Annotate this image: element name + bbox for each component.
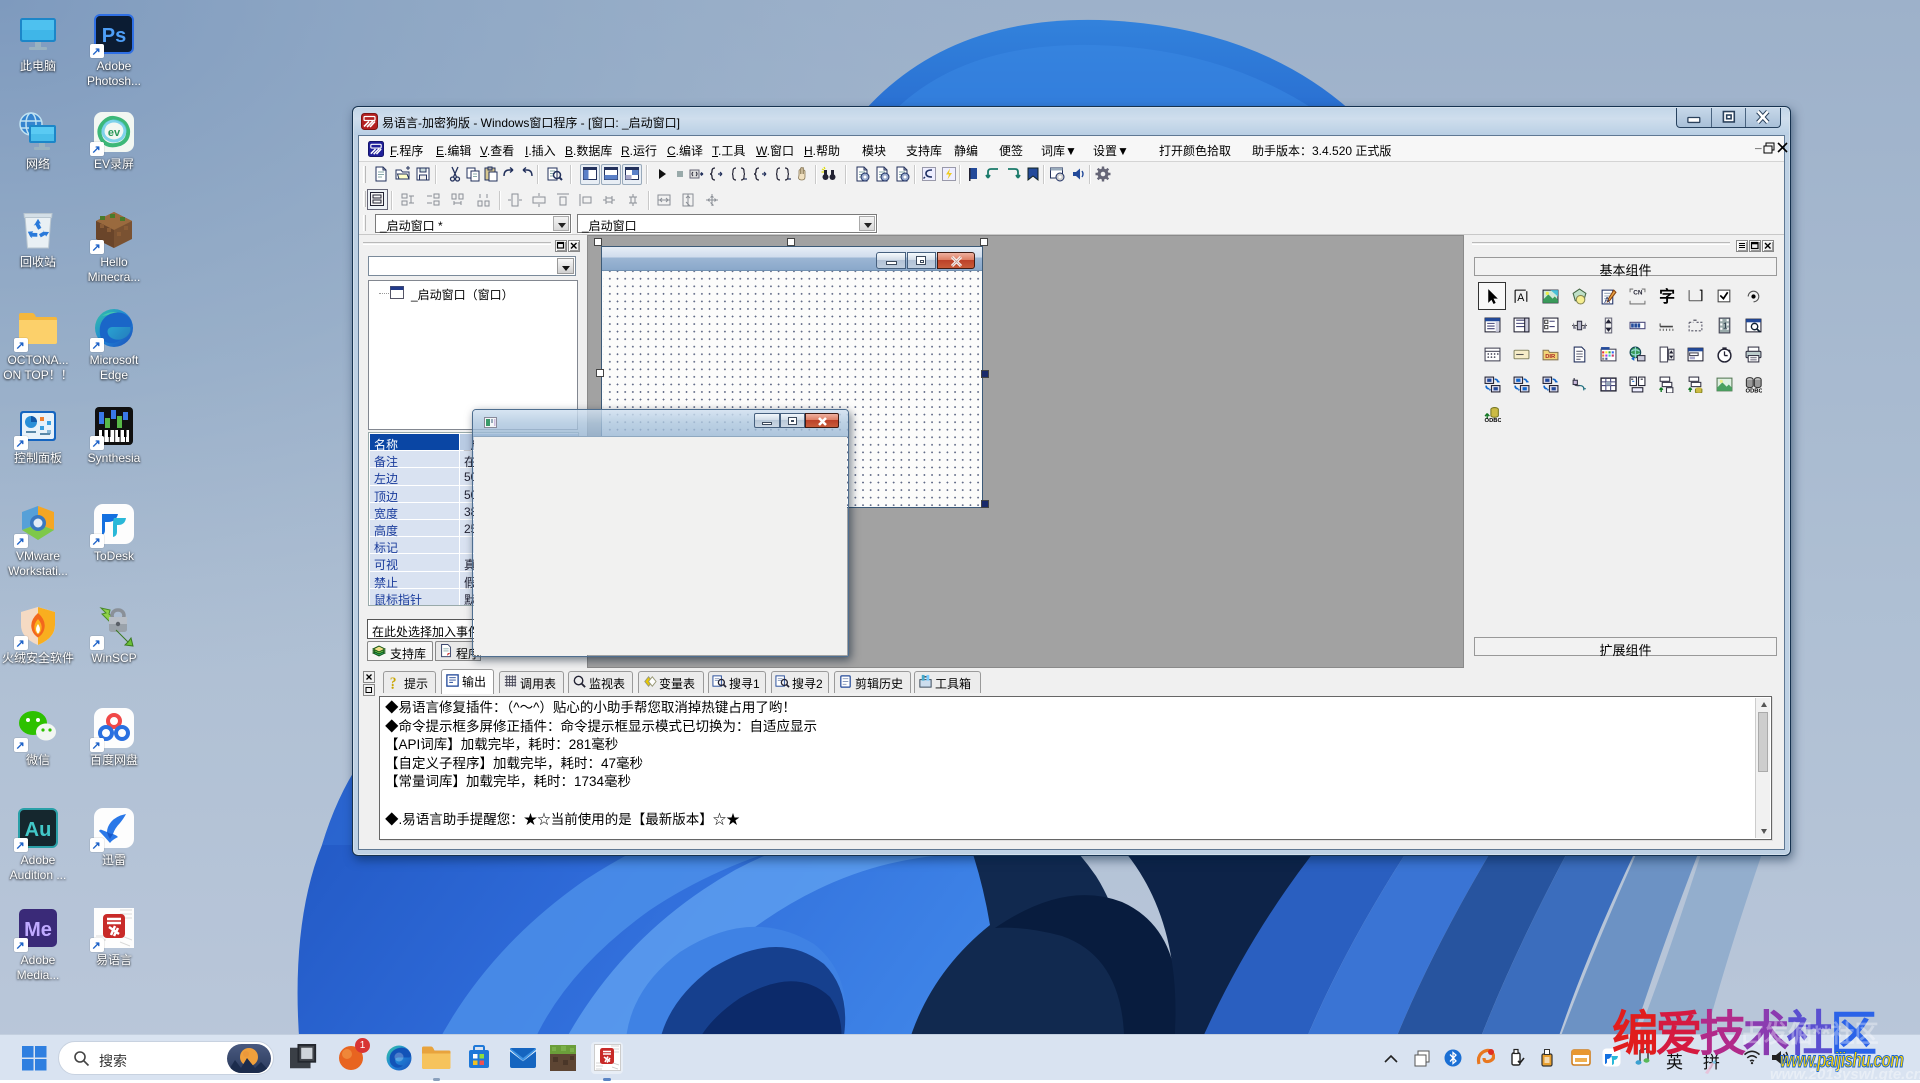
svg-text:DIR: DIR [1545,354,1556,360]
svg-text:A: A [1604,295,1610,305]
svg-text:1: 1 [1723,321,1728,331]
svg-text:Au: Au [25,819,52,841]
svg-text:ODBC: ODBC [1746,388,1762,393]
svg-text:字: 字 [1659,288,1675,305]
svg-text:Ps: Ps [102,25,126,47]
svg-text:A: A [1517,292,1525,304]
svg-text:ev: ev [108,127,121,139]
svg-text:Me: Me [24,919,52,941]
svg-text:ODBC: ODBC [1485,418,1501,422]
svg-text:CN: CN [1633,289,1643,296]
